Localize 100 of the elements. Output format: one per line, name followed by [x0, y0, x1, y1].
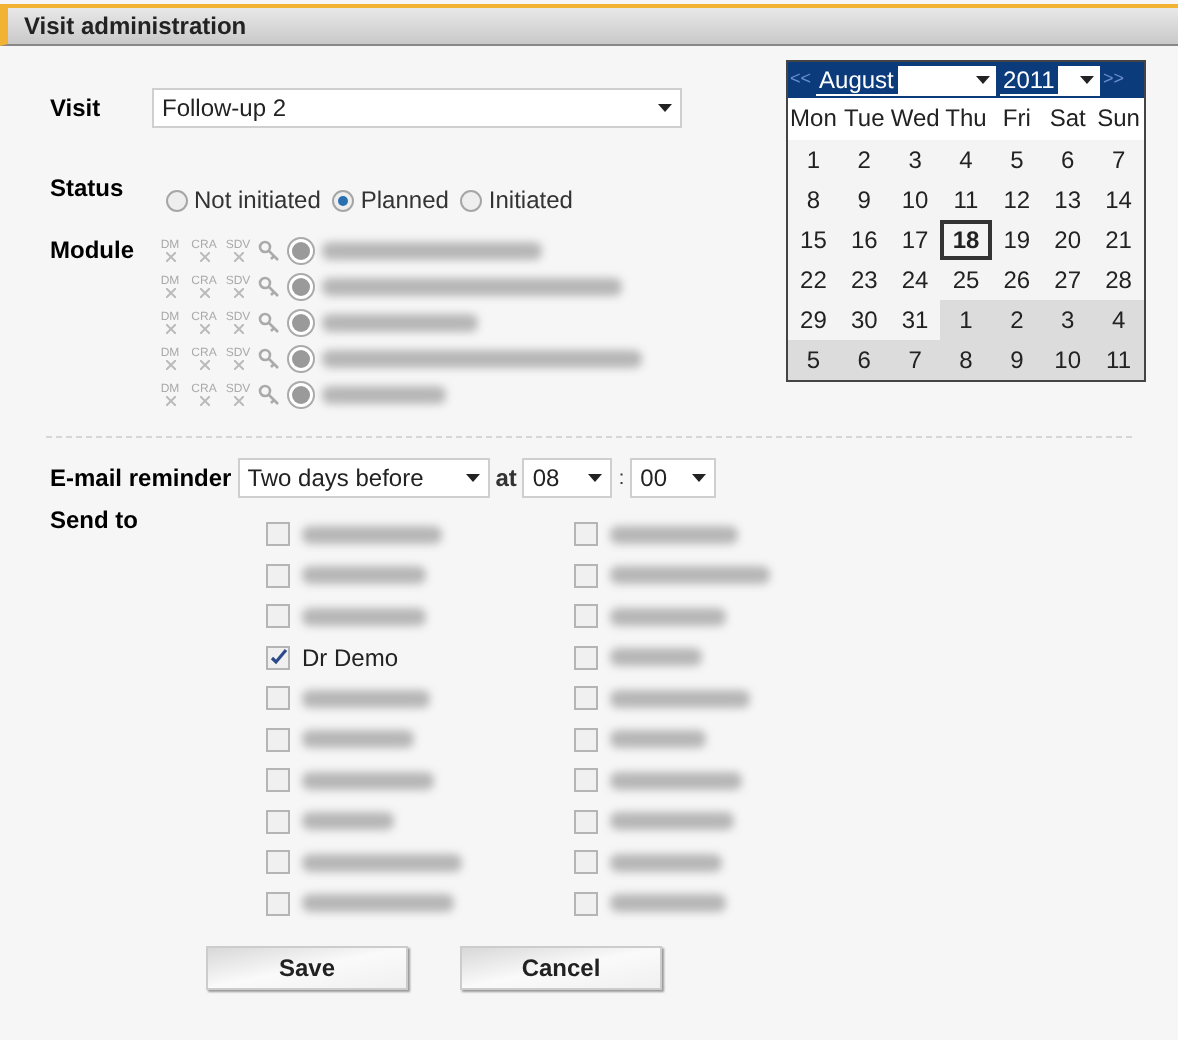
calendar-day[interactable]: 9	[838, 180, 890, 220]
radio-button[interactable]	[166, 189, 188, 211]
calendar-day[interactable]: 27	[1042, 260, 1094, 300]
checkbox[interactable]	[574, 891, 598, 916]
redacted-text	[302, 525, 442, 544]
redacted-text	[610, 648, 702, 667]
calendar-day[interactable]: 2	[838, 140, 890, 180]
checkbox[interactable]	[574, 645, 598, 670]
calendar-day[interactable]: 25	[940, 260, 992, 300]
calendar-day[interactable]: 8	[788, 180, 839, 220]
month-dropdown[interactable]: August	[815, 65, 996, 95]
checkbox[interactable]	[574, 686, 598, 711]
cross-icon	[165, 323, 175, 333]
checkbox[interactable]	[574, 604, 598, 629]
status-option[interactable]: Not initiated	[194, 182, 321, 218]
weekday-header: Tue	[842, 102, 887, 136]
calendar-day[interactable]: 5	[788, 340, 839, 380]
key-icon	[258, 239, 280, 261]
calendar-day[interactable]: 10	[889, 180, 941, 220]
checkbox[interactable]	[266, 645, 290, 670]
calendar-day[interactable]: 5	[991, 140, 1043, 180]
status-option[interactable]: Initiated	[488, 182, 573, 218]
cross-icon	[233, 395, 243, 405]
calendar-day[interactable]: 7	[889, 340, 941, 380]
calendar-day[interactable]: 26	[991, 260, 1043, 300]
weekday-header: Thu	[943, 102, 989, 136]
status-option[interactable]: Planned	[360, 182, 449, 218]
checkbox[interactable]	[266, 768, 290, 793]
calendar-day[interactable]: 30	[838, 300, 890, 340]
calendar-day[interactable]: 12	[991, 180, 1043, 220]
module-label: Module	[50, 234, 136, 268]
checkbox[interactable]	[574, 522, 598, 547]
checkbox[interactable]	[266, 563, 290, 588]
reminder-dropdown[interactable]: Two days before	[237, 458, 490, 498]
year-dropdown[interactable]: 2011	[999, 65, 1100, 95]
recipient-name: Dr Demo	[302, 641, 399, 676]
time-separator: :	[618, 465, 625, 493]
calendar-day[interactable]: 20	[1042, 220, 1094, 260]
checkbox[interactable]	[574, 727, 598, 752]
hour-dropdown[interactable]: 08	[522, 458, 613, 498]
form-button[interactable]: Cancel	[460, 946, 662, 990]
calendar-day[interactable]: 9	[991, 340, 1043, 380]
status-circle-icon	[286, 235, 316, 265]
caret-icon	[1079, 76, 1094, 84]
redacted-text	[302, 607, 426, 626]
redacted-text	[302, 812, 394, 831]
calendar-day[interactable]: 11	[940, 180, 992, 220]
form-button[interactable]: Save	[206, 946, 408, 990]
checkbox[interactable]	[574, 768, 598, 793]
calendar-day[interactable]: 4	[1093, 300, 1144, 340]
calendar-day[interactable]: 29	[788, 300, 839, 340]
weekday-header: Sat	[1047, 102, 1088, 136]
redacted-text	[302, 566, 426, 585]
calendar-day[interactable]: 19	[991, 220, 1043, 260]
radio-button[interactable]	[460, 189, 483, 211]
checkbox[interactable]	[266, 686, 290, 711]
calendar-day[interactable]: 23	[838, 260, 890, 300]
calendar-day[interactable]: 22	[788, 260, 839, 300]
calendar-day[interactable]: 14	[1093, 180, 1144, 220]
checkbox[interactable]	[266, 809, 290, 834]
calendar-day[interactable]: 6	[1042, 140, 1094, 180]
calendar-day[interactable]: 1	[788, 140, 839, 180]
cross-icon	[165, 395, 175, 405]
calendar-day[interactable]: 28	[1093, 260, 1144, 300]
checkbox[interactable]	[574, 563, 598, 588]
checkbox[interactable]	[574, 809, 598, 834]
cross-icon	[199, 395, 209, 405]
checkbox[interactable]	[266, 604, 290, 629]
cross-icon	[233, 323, 243, 333]
calendar-day[interactable]: 7	[1093, 140, 1144, 180]
cross-icon	[233, 287, 243, 297]
checkbox[interactable]	[266, 522, 290, 547]
calendar-day[interactable]: 3	[889, 140, 941, 180]
calendar-day[interactable]: 4	[940, 140, 992, 180]
calendar-day[interactable]: 17	[889, 220, 941, 260]
caret-icon	[975, 76, 990, 84]
minute-dropdown[interactable]: 00	[630, 458, 717, 498]
calendar-day[interactable]: 13	[1042, 180, 1094, 220]
calendar-day[interactable]: 1	[940, 300, 992, 340]
checkbox[interactable]	[266, 850, 290, 875]
visit-dropdown[interactable]: Follow-up 2	[152, 88, 682, 128]
calendar-day[interactable]: 16	[838, 220, 890, 260]
calendar-day[interactable]: 15	[788, 220, 839, 260]
calendar-day[interactable]: 6	[838, 340, 890, 380]
checkbox[interactable]	[266, 891, 290, 916]
calendar-day[interactable]: 18	[940, 220, 992, 260]
checkbox[interactable]	[574, 850, 598, 875]
radio-button[interactable]	[332, 189, 355, 211]
calendar-day[interactable]: 11	[1093, 340, 1144, 380]
weekday-header: Sun	[1095, 102, 1142, 136]
calendar-day[interactable]: 8	[940, 340, 992, 380]
calendar-day[interactable]: 31	[889, 300, 941, 340]
calendar-day[interactable]: 10	[1042, 340, 1094, 380]
cross-icon	[199, 251, 209, 261]
calendar-day[interactable]: 24	[889, 260, 941, 300]
calendar-day[interactable]: 3	[1042, 300, 1094, 340]
redacted-text	[302, 771, 434, 790]
calendar-day[interactable]: 2	[991, 300, 1043, 340]
checkbox[interactable]	[266, 727, 290, 752]
calendar-day[interactable]: 21	[1093, 220, 1144, 260]
